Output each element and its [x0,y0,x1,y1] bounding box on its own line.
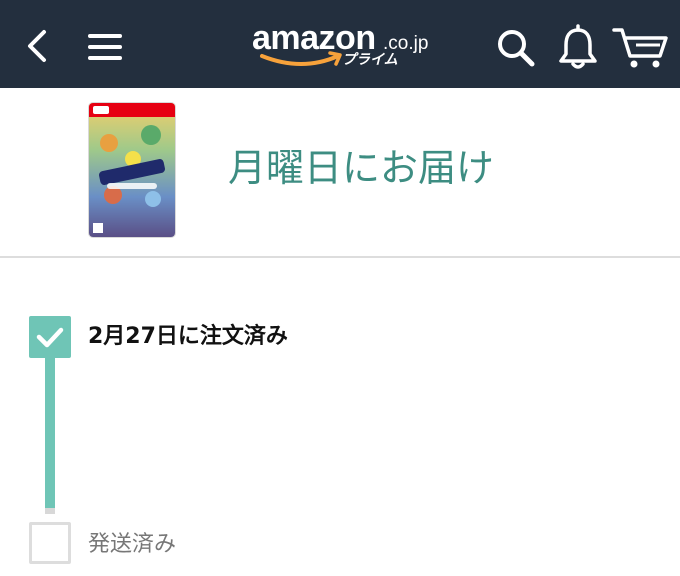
back-icon [28,30,46,62]
top-nav-bar: amazon .co.jp プライム [0,0,680,88]
menu-icon [88,34,122,60]
step-ordered-label: 2月27日に注文済み [88,324,288,349]
back-button[interactable] [20,26,54,66]
order-tracking-page: amazon .co.jp プライム 月曜日にお届け 2月27日に注文済み 発送… [0,0,680,576]
smile-arrow-icon [260,51,342,66]
progress-line [45,352,55,512]
product-thumbnail[interactable] [89,103,175,237]
search-button[interactable] [494,26,538,70]
cart-button[interactable] [612,22,668,72]
step-shipped-checkbox [29,522,71,564]
game-cover-image [89,103,175,237]
logo-prime-label: プライム [342,52,398,68]
search-icon [498,30,535,67]
delivery-summary[interactable]: 月曜日にお届け [0,88,680,258]
step-ordered-checkbox [29,316,71,358]
delivery-date-title: 月曜日にお届け [228,146,495,190]
step-shipped-label: 発送済み [88,532,177,557]
amazon-prime-logo[interactable]: amazon .co.jp プライム [252,18,442,76]
menu-button[interactable] [86,28,126,64]
progress-line-end [45,508,55,514]
notifications-button[interactable] [556,24,600,72]
cart-icon [612,28,668,68]
bell-icon [559,24,597,69]
checkmark-icon [36,327,64,348]
